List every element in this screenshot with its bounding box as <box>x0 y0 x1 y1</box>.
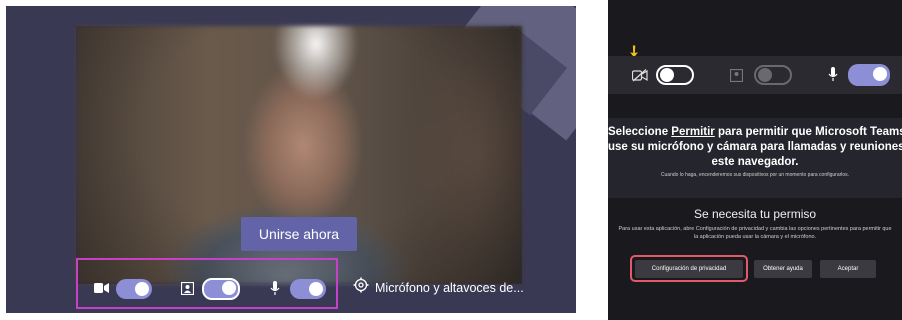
gear-icon[interactable] <box>353 277 369 298</box>
permit-link: Permitir <box>671 126 715 138</box>
device-settings-link[interactable]: Micrófono y altavoces de... <box>375 281 524 295</box>
prompt-note: Cuando lo haga, encenderemos sus disposi… <box>660 172 850 178</box>
background-effects-icon[interactable] <box>729 68 744 84</box>
camera-off-icon <box>631 69 648 84</box>
permission-title: Se necesita tu permiso <box>693 207 817 221</box>
camera-toggle[interactable] <box>656 65 694 85</box>
privacy-settings-button[interactable]: Configuración de privacidad <box>635 260 743 278</box>
microphone-toggle[interactable] <box>848 64 890 86</box>
microphone-icon <box>828 67 838 84</box>
permission-body: Para usar esta aplicación, abre Configur… <box>618 226 892 240</box>
accept-button[interactable]: Aceptar <box>820 260 876 278</box>
prompt-line-1: Seleccione Permitir para permitir que Mi… <box>608 126 902 138</box>
prompt-line-2: use su micrófono y cámara para llamadas … <box>608 141 902 153</box>
camera-icon <box>94 282 109 296</box>
microphone-icon <box>270 281 280 298</box>
teams-prejoin-panel: Unirse ahora Micrófono y altavoces de... <box>6 6 576 313</box>
browser-permission-panel: ➘ Seleccione Permitir para permitir que … <box>608 0 902 320</box>
background-effects-icon[interactable] <box>180 281 195 297</box>
camera-toggle[interactable] <box>116 279 152 299</box>
background-effects-toggle[interactable] <box>202 278 240 300</box>
prompt-line-3: este navegador. <box>711 156 799 168</box>
get-help-button[interactable]: Obtener ayuda <box>754 260 812 278</box>
microphone-toggle[interactable] <box>290 279 326 299</box>
background-effects-toggle[interactable] <box>754 65 792 85</box>
join-now-button[interactable]: Unirse ahora <box>241 217 357 251</box>
